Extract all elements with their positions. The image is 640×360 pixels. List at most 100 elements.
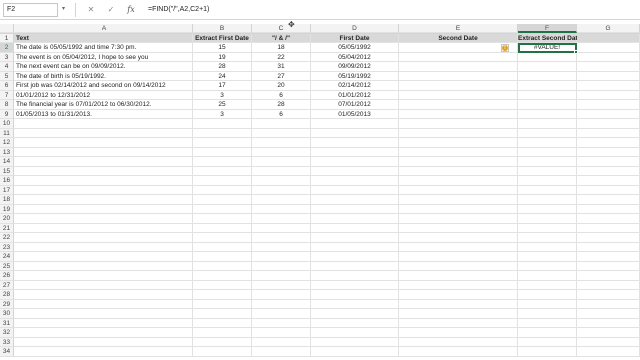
row-header[interactable]: 21 (0, 223, 14, 233)
table-cell[interactable] (252, 242, 311, 252)
table-cell[interactable] (14, 185, 193, 195)
table-cell[interactable] (577, 204, 640, 214)
table-cell[interactable] (193, 185, 252, 195)
table-cell[interactable] (399, 147, 518, 157)
table-cell[interactable] (577, 147, 640, 157)
table-cell[interactable] (252, 195, 311, 205)
table-cell[interactable] (577, 176, 640, 186)
table-cell[interactable] (577, 347, 640, 357)
header-cell-c[interactable]: "/ & /" (252, 33, 311, 43)
row-header[interactable]: 24 (0, 252, 14, 262)
selected-cell[interactable]: #VALUE! (518, 43, 577, 53)
table-cell[interactable] (577, 109, 640, 119)
table-cell[interactable] (252, 271, 311, 281)
table-cell[interactable] (399, 299, 518, 309)
table-cell[interactable] (193, 204, 252, 214)
row-header[interactable]: 11 (0, 128, 14, 138)
row-header[interactable]: 32 (0, 328, 14, 338)
table-cell[interactable] (518, 52, 577, 62)
table-cell[interactable] (577, 271, 640, 281)
table-cell[interactable]: 31 (252, 62, 311, 72)
table-cell[interactable] (311, 176, 399, 186)
table-cell[interactable] (311, 147, 399, 157)
row-header[interactable]: 25 (0, 261, 14, 271)
table-cell[interactable] (518, 185, 577, 195)
table-cell[interactable] (518, 252, 577, 262)
table-cell[interactable] (14, 309, 193, 319)
table-cell[interactable] (252, 309, 311, 319)
table-cell[interactable] (193, 176, 252, 186)
table-cell[interactable] (399, 62, 518, 72)
row-header[interactable]: 13 (0, 147, 14, 157)
table-cell[interactable] (518, 176, 577, 186)
table-cell[interactable] (311, 204, 399, 214)
row-header[interactable]: 22 (0, 233, 14, 243)
table-cell[interactable] (577, 299, 640, 309)
table-cell[interactable] (193, 166, 252, 176)
table-cell[interactable]: 28 (252, 100, 311, 110)
table-cell[interactable] (399, 52, 518, 62)
table-cell[interactable] (577, 62, 640, 72)
table-cell[interactable]: 3 (193, 109, 252, 119)
row-header[interactable]: 31 (0, 318, 14, 328)
row-header[interactable]: 9 (0, 109, 14, 119)
table-cell[interactable] (252, 280, 311, 290)
table-cell[interactable] (399, 109, 518, 119)
table-cell[interactable] (311, 185, 399, 195)
column-header-d[interactable]: D (311, 24, 399, 33)
table-cell[interactable] (193, 252, 252, 262)
row-header[interactable]: 23 (0, 242, 14, 252)
table-cell[interactable]: The next event can be on 09/09/2012. (14, 62, 193, 72)
enter-icon[interactable]: ✓ (104, 4, 118, 16)
table-cell[interactable] (14, 138, 193, 148)
table-cell[interactable]: 25 (193, 100, 252, 110)
table-cell[interactable] (252, 204, 311, 214)
spreadsheet-grid[interactable]: A B C D E F G 1 Text Extract First Date "/ & /" Fir… (0, 24, 640, 360)
table-cell[interactable] (399, 223, 518, 233)
table-cell[interactable] (14, 157, 193, 167)
table-cell[interactable] (518, 337, 577, 347)
table-cell[interactable] (399, 90, 518, 100)
table-cell[interactable] (399, 252, 518, 262)
table-cell[interactable] (14, 261, 193, 271)
table-cell[interactable] (14, 166, 193, 176)
table-cell[interactable] (577, 242, 640, 252)
table-cell[interactable] (399, 71, 518, 81)
table-cell[interactable] (518, 318, 577, 328)
table-cell[interactable] (252, 290, 311, 300)
table-cell[interactable] (311, 347, 399, 357)
table-cell[interactable] (14, 252, 193, 262)
table-cell[interactable] (311, 261, 399, 271)
table-cell[interactable]: 24 (193, 71, 252, 81)
row-header[interactable]: 30 (0, 309, 14, 319)
table-cell[interactable] (577, 252, 640, 262)
table-cell[interactable] (518, 299, 577, 309)
insert-function-icon[interactable]: fx (124, 4, 138, 16)
table-cell[interactable] (252, 138, 311, 148)
table-cell[interactable] (518, 62, 577, 72)
table-cell[interactable] (518, 328, 577, 338)
table-cell[interactable]: 6 (252, 109, 311, 119)
table-cell[interactable] (252, 185, 311, 195)
table-cell[interactable] (577, 309, 640, 319)
table-cell[interactable]: 17 (193, 81, 252, 91)
row-header[interactable]: 27 (0, 280, 14, 290)
table-cell[interactable]: First job was 02/14/2012 and second on 0… (14, 81, 193, 91)
table-cell[interactable] (193, 119, 252, 129)
row-header[interactable]: 33 (0, 337, 14, 347)
table-cell[interactable] (518, 223, 577, 233)
table-cell[interactable] (193, 242, 252, 252)
table-cell[interactable]: 19 (193, 52, 252, 62)
table-cell[interactable] (193, 328, 252, 338)
table-cell[interactable] (399, 81, 518, 91)
table-cell[interactable] (577, 328, 640, 338)
table-cell[interactable] (193, 147, 252, 157)
table-cell[interactable] (193, 271, 252, 281)
table-cell[interactable] (399, 100, 518, 110)
row-header[interactable]: 28 (0, 290, 14, 300)
error-warning-icon[interactable]: ! (501, 43, 509, 52)
table-cell[interactable]: 01/01/2012 to 12/31/2012 (14, 90, 193, 100)
table-cell[interactable]: 18 (252, 43, 311, 53)
table-cell[interactable] (518, 280, 577, 290)
table-cell[interactable]: 05/19/1992 (311, 71, 399, 81)
